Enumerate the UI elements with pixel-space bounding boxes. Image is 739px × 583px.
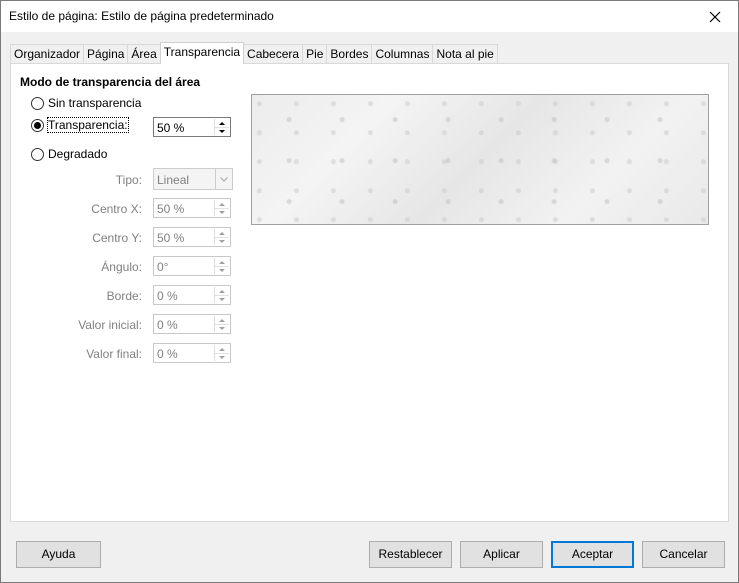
spin-down-button[interactable] <box>215 324 229 332</box>
angle-label: Ángulo: <box>101 260 142 274</box>
radio-label: Transparencia: <box>47 117 129 133</box>
transparency-spinbox[interactable]: 50 % <box>153 117 231 137</box>
tab-columnas[interactable]: Columnas <box>371 44 434 64</box>
spin-arrows <box>214 345 229 361</box>
radio-gradient[interactable]: Degradado <box>31 147 107 161</box>
end-value-label: Valor final: <box>86 347 142 361</box>
arrow-down-icon <box>219 239 225 243</box>
arrow-up-icon <box>219 347 225 351</box>
center-y-value: 50 % <box>157 231 185 245</box>
spin-down-button[interactable] <box>215 266 229 274</box>
border-label: Borde: <box>106 289 142 303</box>
start-value-label: Valor inicial: <box>78 318 142 332</box>
spin-down-button[interactable] <box>215 295 229 303</box>
section-title: Modo de transparencia del área <box>20 75 201 89</box>
close-icon <box>709 11 721 22</box>
center-x-spinbox[interactable]: 50 % <box>153 198 231 218</box>
close-button[interactable] <box>692 1 738 32</box>
help-button[interactable]: Ayuda <box>16 541 101 568</box>
angle-value: 0° <box>157 260 169 274</box>
type-value: Lineal <box>157 173 190 187</box>
tab-bordes[interactable]: Bordes <box>326 44 373 64</box>
center-y-label: Centro Y: <box>92 231 142 245</box>
spin-down-button[interactable] <box>215 237 229 245</box>
end-value: 0 % <box>157 347 178 361</box>
arrow-up-icon <box>219 231 225 235</box>
transparency-preview <box>251 94 709 225</box>
angle-spinbox[interactable]: 0° <box>153 256 231 276</box>
tab-nota-al-pie[interactable]: Nota al pie <box>432 44 498 64</box>
apply-button[interactable]: Aplicar <box>460 541 543 568</box>
ok-button[interactable]: Aceptar <box>551 541 634 568</box>
start-value-spinbox[interactable]: 0 % <box>153 314 231 334</box>
spin-arrows <box>214 316 229 332</box>
spin-arrows <box>214 258 229 274</box>
spin-down-button[interactable] <box>215 353 229 361</box>
title-bar: Estilo de página: Estilo de página prede… <box>1 1 738 32</box>
border-spinbox[interactable]: 0 % <box>153 285 231 305</box>
tab-transparencia[interactable]: Transparencia <box>159 42 245 64</box>
radio-circle-checked <box>31 118 44 132</box>
arrow-down-icon <box>219 129 225 133</box>
arrow-down-icon <box>219 210 225 214</box>
radio-circle <box>31 147 44 161</box>
center-x-value: 50 % <box>157 202 185 216</box>
tab-organizador[interactable]: Organizador <box>10 44 85 64</box>
arrow-down-icon <box>219 268 225 272</box>
radio-label: Sin transparencia <box>48 96 142 110</box>
dialog-window: Estilo de página: Estilo de página prede… <box>0 0 739 583</box>
type-label: Tipo: <box>115 173 142 187</box>
radio-transparency[interactable]: Transparencia: <box>31 117 129 133</box>
arrow-up-icon <box>219 318 225 322</box>
transparency-panel: Modo de transparencia del área Sin trans… <box>10 63 729 522</box>
reset-button[interactable]: Restablecer <box>369 541 452 568</box>
start-value: 0 % <box>157 318 178 332</box>
arrow-down-icon <box>219 297 225 301</box>
dropdown-button[interactable] <box>215 169 232 189</box>
radio-no-transparency[interactable]: Sin transparencia <box>31 96 141 110</box>
spin-arrows <box>214 119 229 135</box>
tab-bar: Organizador Página Área Transparencia Ca… <box>10 42 498 64</box>
border-value: 0 % <box>157 289 178 303</box>
radio-label: Degradado <box>48 147 108 161</box>
chevron-down-icon <box>220 176 228 182</box>
spin-arrows <box>214 287 229 303</box>
transparency-value: 50 % <box>157 121 185 135</box>
spin-down-button[interactable] <box>215 127 229 135</box>
arrow-up-icon <box>219 260 225 264</box>
tab-area[interactable]: Área <box>127 44 161 64</box>
spin-arrows <box>214 200 229 216</box>
arrow-down-icon <box>219 326 225 330</box>
tab-pie[interactable]: Pie <box>302 44 328 64</box>
spin-arrows <box>214 229 229 245</box>
arrow-up-icon <box>219 121 225 125</box>
radio-circle <box>31 96 44 110</box>
end-value-spinbox[interactable]: 0 % <box>153 343 231 363</box>
tab-cabecera[interactable]: Cabecera <box>243 44 304 64</box>
cancel-button[interactable]: Cancelar <box>642 541 725 568</box>
spin-down-button[interactable] <box>215 208 229 216</box>
type-select[interactable]: Lineal <box>153 168 233 190</box>
center-y-spinbox[interactable]: 50 % <box>153 227 231 247</box>
center-x-label: Centro X: <box>91 202 142 216</box>
window-title: Estilo de página: Estilo de página prede… <box>9 9 274 23</box>
tab-pagina[interactable]: Página <box>83 44 129 64</box>
arrow-up-icon <box>219 202 225 206</box>
arrow-down-icon <box>219 355 225 359</box>
arrow-up-icon <box>219 289 225 293</box>
